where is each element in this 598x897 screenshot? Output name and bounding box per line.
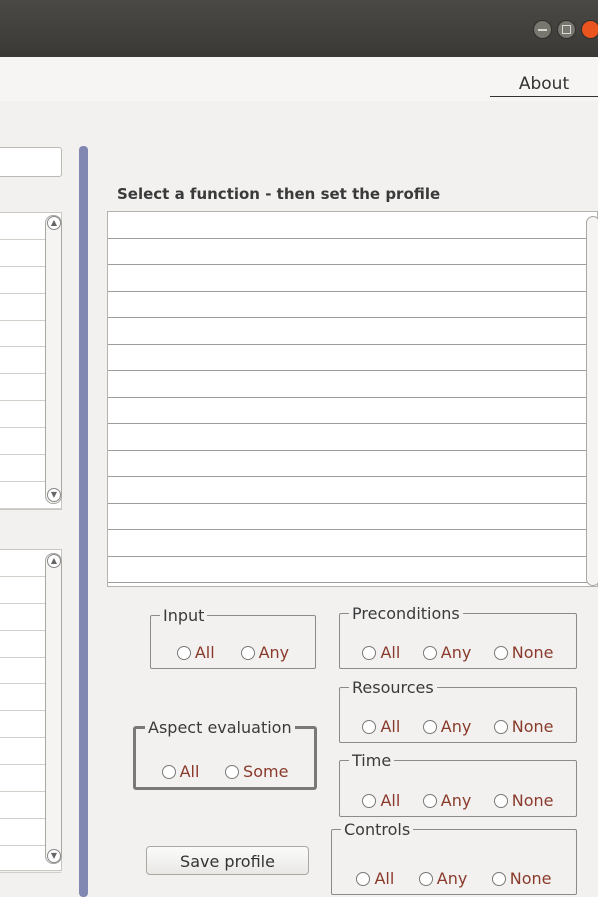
close-icon[interactable] bbox=[581, 20, 598, 39]
option-label: Any bbox=[440, 643, 472, 662]
radio-icon bbox=[493, 719, 508, 734]
aspect-evaluation-group: Aspect evaluation All Some bbox=[133, 718, 317, 790]
preconditions-any-radio[interactable]: Any bbox=[422, 643, 472, 662]
option-label: Any bbox=[440, 791, 472, 810]
resources-all-radio[interactable]: All bbox=[362, 717, 400, 736]
option-label: All bbox=[380, 717, 401, 736]
option-label: Any bbox=[258, 643, 290, 662]
preconditions-all-radio[interactable]: All bbox=[362, 643, 400, 662]
scroll-down-icon[interactable]: ▼ bbox=[47, 488, 61, 502]
list-item[interactable] bbox=[108, 477, 597, 504]
resources-group: Resources All Any None bbox=[339, 678, 577, 743]
radio-icon bbox=[422, 719, 437, 734]
option-label: All bbox=[194, 643, 215, 662]
save-profile-button[interactable]: Save profile bbox=[146, 846, 309, 875]
option-label: All bbox=[380, 643, 401, 662]
about-menu-item[interactable]: About bbox=[490, 74, 598, 97]
list-item[interactable] bbox=[108, 292, 597, 318]
list-item[interactable] bbox=[108, 318, 597, 345]
scroll-up-icon[interactable]: ▲ bbox=[47, 554, 61, 568]
input-group: Input All Any bbox=[150, 606, 316, 669]
list-item[interactable] bbox=[108, 557, 597, 583]
list-item[interactable] bbox=[108, 371, 597, 398]
controls-none-radio[interactable]: None bbox=[491, 869, 552, 888]
radio-icon bbox=[225, 764, 240, 779]
option-label: None bbox=[509, 869, 552, 888]
option-label: All bbox=[374, 869, 395, 888]
preconditions-group: Preconditions All Any None bbox=[339, 604, 577, 669]
resources-any-radio[interactable]: Any bbox=[422, 717, 472, 736]
radio-icon bbox=[422, 793, 437, 808]
controls-group-title: Controls bbox=[344, 820, 411, 839]
radio-icon bbox=[491, 871, 506, 886]
window-titlebar bbox=[0, 0, 598, 57]
radio-icon bbox=[493, 645, 508, 660]
radio-icon bbox=[362, 719, 377, 734]
list-item[interactable] bbox=[108, 504, 597, 530]
left-text-field[interactable] bbox=[0, 147, 62, 177]
list-item[interactable] bbox=[108, 239, 597, 265]
maximize-icon[interactable] bbox=[557, 20, 576, 39]
option-label: All bbox=[179, 762, 200, 781]
scroll-up-icon[interactable]: ▲ bbox=[47, 216, 61, 230]
resources-none-radio[interactable]: None bbox=[493, 717, 554, 736]
list-item[interactable] bbox=[108, 265, 597, 292]
option-label: Some bbox=[243, 762, 289, 781]
list-item[interactable] bbox=[108, 424, 597, 451]
option-label: None bbox=[511, 791, 554, 810]
option-label: None bbox=[511, 717, 554, 736]
minimize-icon[interactable] bbox=[533, 20, 552, 39]
option-label: Any bbox=[436, 869, 468, 888]
controls-all-radio[interactable]: All bbox=[356, 869, 394, 888]
input-all-radio[interactable]: All bbox=[176, 643, 215, 662]
radio-icon bbox=[356, 871, 371, 886]
radio-icon bbox=[362, 793, 377, 808]
function-list-scrollbar[interactable] bbox=[586, 216, 598, 586]
aspect-some-radio[interactable]: Some bbox=[225, 762, 288, 781]
left-upper-scrollbar[interactable] bbox=[45, 215, 62, 504]
radio-icon bbox=[422, 645, 437, 660]
aspect-all-radio[interactable]: All bbox=[161, 762, 200, 781]
list-item[interactable] bbox=[108, 345, 597, 371]
preconditions-none-radio[interactable]: None bbox=[493, 643, 554, 662]
radio-icon bbox=[240, 645, 255, 660]
panel-divider[interactable] bbox=[79, 146, 88, 897]
list-item[interactable] bbox=[108, 398, 597, 424]
time-group: Time All Any None bbox=[339, 751, 577, 817]
time-any-radio[interactable]: Any bbox=[422, 791, 472, 810]
list-item[interactable] bbox=[108, 451, 597, 477]
controls-any-radio[interactable]: Any bbox=[418, 869, 468, 888]
time-none-radio[interactable]: None bbox=[493, 791, 554, 810]
left-lower-scrollbar[interactable] bbox=[45, 553, 62, 864]
radio-icon bbox=[418, 871, 433, 886]
function-list[interactable] bbox=[107, 211, 598, 587]
aspect-evaluation-group-title: Aspect evaluation bbox=[148, 718, 292, 737]
radio-icon bbox=[493, 793, 508, 808]
scroll-down-icon[interactable]: ▼ bbox=[47, 849, 61, 863]
radio-icon bbox=[362, 645, 377, 660]
resources-group-title: Resources bbox=[352, 678, 434, 697]
option-label: All bbox=[380, 791, 401, 810]
time-group-title: Time bbox=[352, 751, 392, 770]
input-any-radio[interactable]: Any bbox=[240, 643, 290, 662]
list-item[interactable] bbox=[108, 212, 597, 239]
option-label: None bbox=[511, 643, 554, 662]
time-all-radio[interactable]: All bbox=[362, 791, 400, 810]
controls-group: Controls All Any None bbox=[331, 820, 577, 895]
list-item[interactable] bbox=[108, 530, 597, 557]
preconditions-group-title: Preconditions bbox=[352, 604, 460, 623]
function-list-title: Select a function - then set the profile bbox=[117, 185, 441, 203]
input-group-title: Input bbox=[163, 606, 205, 625]
radio-icon bbox=[176, 645, 191, 660]
option-label: Any bbox=[440, 717, 472, 736]
radio-icon bbox=[161, 764, 176, 779]
